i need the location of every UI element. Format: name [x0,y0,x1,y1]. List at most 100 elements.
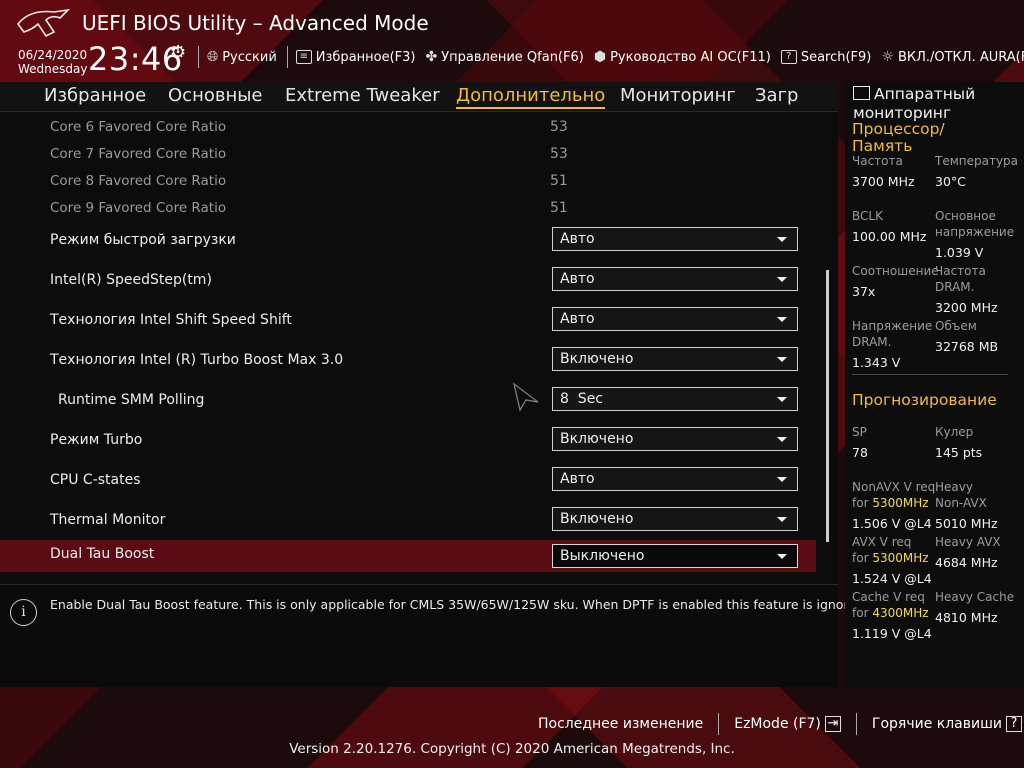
last-change-label: Последнее изменение [538,716,704,732]
setting-label: Core 7 Favored Core Ratio [50,146,227,162]
setting-row-c-states[interactable]: CPU C-states Авто [0,465,816,497]
cpu-frequency-label: Частота [852,154,903,168]
dropdown-value: Включено [560,431,634,447]
monitor-divider [852,374,1008,375]
ratio-value: 37x [852,284,876,299]
avx-for-text: for [852,551,873,565]
setting-row-smm-polling[interactable]: Runtime SMM Polling 8 Sec [0,385,816,417]
ai-oc-button[interactable]: ⬢ Руководство AI OC(F11) [594,49,771,65]
toolbar: 🌐︎ Русский ≡ Избранное(F3) ✤ Управление … [198,46,1024,68]
dram-frequency-label: Частота DRAM. [935,264,986,294]
bclk-value: 100.00 MHz [852,229,927,244]
help-text: Enable Dual Tau Boost feature. This is o… [50,597,868,612]
qfan-button[interactable]: ✤ Управление Qfan(F6) [426,49,584,65]
setting-value: 51 [550,173,568,189]
dropdown-arrow-icon [777,517,787,522]
last-change-button[interactable]: Последнее изменение [530,716,711,732]
setting-row-thermal-monitor[interactable]: Thermal Monitor Включено [0,505,816,537]
dram-voltage-value: 1.343 V [852,355,901,370]
language-button[interactable]: 🌐︎ Русский [207,49,277,65]
cpu-memory-section-title: Процессор/Память [852,120,945,155]
smm-polling-dropdown[interactable]: 8 Sec [552,387,798,411]
settings-scrollbar[interactable] [826,270,829,542]
search-button[interactable]: ? Search(F9) [780,50,871,65]
c-states-dropdown[interactable]: Авто [552,467,798,491]
tab-main[interactable]: Основные [168,85,263,106]
dual-tau-boost-dropdown[interactable]: Выключено [552,544,798,568]
header: UEFI BIOS Utility – Advanced Mode 06/24/… [0,0,1024,82]
cache-vreq-label: Cache V req for 4300MHz [852,589,940,621]
version-text: Version 2.20.1276. Copyright (C) 2020 Am… [289,741,735,757]
hotkeys-button[interactable]: Горячие клавиши? [864,716,1024,732]
setting-label: Dual Tau Boost [50,546,155,562]
ezmode-button[interactable]: EzMode (F7) ⇥ [726,716,849,732]
dropdown-arrow-icon [777,437,787,442]
tab-extreme-tweaker[interactable]: Extreme Tweaker [285,85,440,106]
favorites-button[interactable]: ≡ Избранное(F3) [295,49,416,65]
setting-label: Технология Intel (R) Turbo Boost Max 3.0 [50,352,344,368]
tab-advanced[interactable]: Дополнительно [456,85,606,109]
dram-frequency-value: 3200 MHz [935,300,998,315]
setting-row-speed-shift[interactable]: Технология Intel Shift Speed Shift Авто [0,305,816,337]
aura-toggle-button[interactable]: ☼ ВКЛ./ОТКЛ. AURA(F4) [881,49,1024,65]
cache-for-text: for [852,606,873,620]
setting-row-dual-tau-boost[interactable]: Dual Tau Boost Выключено [0,540,816,572]
dropdown-value: Авто [560,311,595,327]
language-label: Русский [222,49,277,65]
setting-row-turbo-boost-max[interactable]: Технология Intel (R) Turbo Boost Max 3.0… [0,345,816,377]
nonavx-vreq-value: 1.506 V @L4 [852,516,932,531]
tab-monitor[interactable]: Мониторинг [620,85,736,106]
dropdown-value: Авто [560,231,595,247]
cache-vreq-title: Cache V req [852,590,925,604]
cache-freq-text: 4300MHz [872,606,929,620]
main-panel: Избранное Основные Extreme Tweaker Допол… [0,82,868,687]
monitor-title: Аппаратный мониторинг [853,85,1023,123]
prediction-section-title: Прогнозирование [852,391,997,409]
question-icon: ? [1006,716,1022,732]
speed-shift-dropdown[interactable]: Авто [552,307,798,331]
date-text: 06/24/2020 [18,48,88,62]
dropdown-value: Выключено [560,548,645,564]
setting-value: 53 [550,146,568,162]
monitor-title-text: Аппаратный мониторинг [853,85,976,122]
monitor-screen-icon [853,86,870,100]
date-display: 06/24/2020 Wednesday [18,48,87,76]
tab-favorites[interactable]: Избранное [44,85,146,106]
fast-boot-dropdown[interactable]: Авто [552,227,798,251]
footer-divider [855,713,857,735]
dropdown-value: Включено [560,511,634,527]
dropdown-arrow-icon [777,277,787,282]
capacity-label: Объем [935,319,977,333]
hotkeys-label: Горячие клавиши [871,716,1002,732]
tab-boot[interactable]: Загр [755,85,798,106]
dropdown-value: Включено [560,351,634,367]
exit-arrow-icon: ⇥ [824,716,841,732]
avx-freq-text: 5300MHz [872,551,929,565]
setting-label: Runtime SMM Polling [58,392,205,408]
mouse-cursor-icon [512,382,539,412]
setting-row-speedstep[interactable]: Intel(R) SpeedStep(tm) Авто [0,265,816,297]
setting-label: Режим быстрой загрузки [50,232,236,248]
dropdown-value: Авто [560,471,595,487]
cooler-label: Кулер [935,425,974,439]
core-voltage-value: 1.039 V [935,245,984,260]
turbo-boost-max-dropdown[interactable]: Включено [552,347,798,371]
thermal-monitor-dropdown[interactable]: Включено [552,507,798,531]
toolbar-divider [198,46,199,68]
sp-value: 78 [852,445,868,460]
footer-divider [718,713,720,735]
app-title: UEFI BIOS Utility – Advanced Mode [82,11,429,35]
heavy-avx-label: Heavy AVX [935,535,1001,549]
ai-oc-label: Руководство AI OC(F11) [610,49,771,65]
clock-settings-gear-icon[interactable]: ⚙ [170,42,186,63]
turbo-mode-dropdown[interactable]: Включено [552,427,798,451]
toolbar-divider [286,46,288,68]
setting-row-fast-boot[interactable]: Режим быстрой загрузки Авто [0,225,816,257]
menu-tabs: Избранное Основные Extreme Tweaker Допол… [0,82,838,112]
favorites-label: Избранное(F3) [315,49,416,65]
cpu-temperature-label: Температура [935,154,1019,168]
dropdown-arrow-icon [777,477,787,482]
speedstep-dropdown[interactable]: Авто [552,267,798,291]
setting-row-turbo-mode[interactable]: Режим Turbo Включено [0,425,816,457]
cpu-frequency-value: 3700 MHz [852,174,915,189]
